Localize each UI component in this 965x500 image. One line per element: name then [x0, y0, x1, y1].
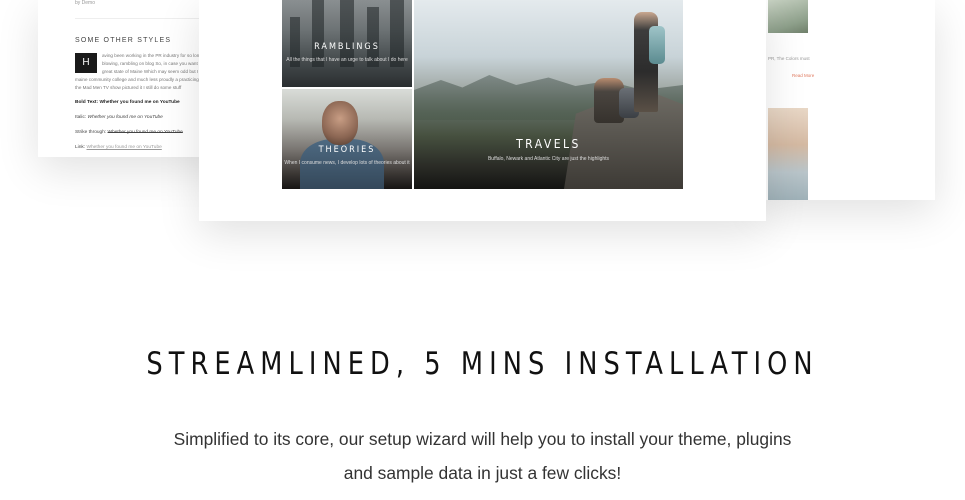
post-byline: by Demo [75, 0, 96, 6]
preview-card-category-grid: RAMBLINGS All the things that I have an … [199, 0, 766, 221]
read-more-link[interactable]: Read More [792, 73, 814, 78]
style-label: Italic: [75, 115, 87, 120]
tile-title: RAMBLINGS [314, 42, 380, 52]
post-caption: PR, The Colors must [768, 56, 810, 61]
style-row-bold: Bold Text: Whether you found me on YouTu… [75, 100, 180, 105]
category-tile-travels[interactable]: TRAVELS Buffalo, Newark and Atlantic Cit… [414, 0, 683, 189]
person-face-shape [322, 101, 358, 145]
post-thumbnail[interactable] [768, 0, 808, 33]
section-headline: STREAMLINED, 5 MINS INSTALLATION [146, 346, 819, 382]
style-value: Whether you found me on YouTube [87, 115, 163, 120]
tile-subtitle: All the things that I have an urge to ta… [286, 57, 408, 63]
preview-card-blog-list: PR, The Colors must Read More [760, 0, 935, 200]
style-label: Bold Text: [75, 100, 99, 105]
tile-title: THEORIES [318, 145, 376, 155]
style-value: Whether you found me on YouTube [107, 130, 183, 135]
category-tile-theories[interactable]: THEORIES When I consume news, I develop … [282, 89, 412, 189]
style-row-link: Link: Whether you found me on YouTube [75, 145, 162, 150]
tile-subtitle: When I consume news, I develop lots of t… [284, 160, 410, 166]
backpack-shape [649, 26, 665, 64]
style-link[interactable]: Whether you found me on YouTube [86, 145, 161, 150]
style-label: Strike through: [75, 130, 107, 135]
section-heading: SOME OTHER STYLES [75, 37, 172, 44]
style-label: Link: [75, 145, 86, 150]
style-value: Whether you found me on YouTube [99, 100, 180, 105]
tile-title: TRAVELS [516, 137, 581, 151]
dropcap: H [75, 53, 97, 73]
style-row-strike: Strike through: Whether you found me on … [75, 130, 183, 135]
tile-subtitle: Buffalo, Newark and Atlantic City are ju… [487, 156, 610, 162]
post-thumbnail[interactable] [768, 108, 808, 200]
section-description: Simplified to its core, our setup wizard… [173, 429, 792, 483]
category-tile-ramblings[interactable]: RAMBLINGS All the things that I have an … [282, 0, 412, 87]
style-row-italic: Italic: Whether you found me on YouTube [75, 115, 163, 120]
